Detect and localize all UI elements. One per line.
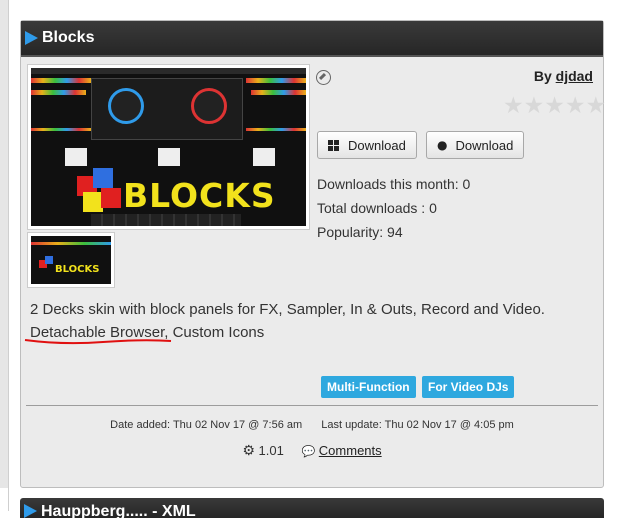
windows-icon <box>328 139 339 151</box>
comments-link[interactable]: Comments <box>319 443 382 458</box>
star-icon[interactable]: ★ <box>544 95 565 118</box>
tag-multi-function[interactable]: Multi-Function <box>321 376 416 398</box>
gear-icon: ⚙ <box>242 443 255 459</box>
download-mac-button[interactable]: ● Download <box>426 131 524 159</box>
download-windows-button[interactable]: Download <box>317 131 417 159</box>
star-icon[interactable]: ★ <box>586 95 607 118</box>
apple-icon: ● <box>437 138 448 152</box>
rating-stars[interactable]: ★ ★ ★ ★ ★ <box>503 95 607 118</box>
author-link[interactable]: djdad <box>556 68 593 84</box>
total-downloads: Total downloads : 0 <box>317 200 437 216</box>
play-arrow-icon <box>25 31 38 45</box>
tag-for-video-djs[interactable]: For Video DJs <box>422 376 515 398</box>
play-arrow-icon <box>24 504 37 518</box>
skin-card: Blocks BLOCKS BLOCKS By djdad ★ ★ ★ ★ ★ … <box>20 20 607 488</box>
left-sidebar-edge <box>0 0 9 511</box>
divider <box>26 405 598 406</box>
card-title[interactable]: Blocks <box>42 29 94 47</box>
next-card-header: Hauppberg..... - XML <box>20 498 604 518</box>
card-header: Blocks <box>21 21 603 57</box>
star-icon[interactable]: ★ <box>524 95 545 118</box>
popularity: Popularity: 94 <box>317 224 403 240</box>
meta-row: ⚙ 1.01 💬 Comments <box>21 443 603 459</box>
star-icon[interactable]: ★ <box>503 95 524 118</box>
skin-preview-image[interactable]: BLOCKS <box>28 65 309 229</box>
downloads-this-month: Downloads this month: 0 <box>317 176 471 192</box>
compass-icon[interactable] <box>316 70 331 85</box>
annotation-underline <box>24 339 172 345</box>
preview-logo-text: BLOCKS <box>123 176 276 215</box>
author: By djdad <box>533 68 593 84</box>
star-icon[interactable]: ★ <box>565 95 586 118</box>
version: 1.01 <box>258 443 284 458</box>
skin-thumbnail[interactable]: BLOCKS <box>28 233 114 287</box>
date-added: Date added: Thu 02 Nov 17 @ 7:56 am <box>110 419 303 431</box>
dates-row: Date added: Thu 02 Nov 17 @ 7:56 am Last… <box>21 419 603 431</box>
last-update: Last update: Thu 02 Nov 17 @ 4:05 pm <box>321 419 514 431</box>
comment-icon: 💬 <box>301 445 316 458</box>
